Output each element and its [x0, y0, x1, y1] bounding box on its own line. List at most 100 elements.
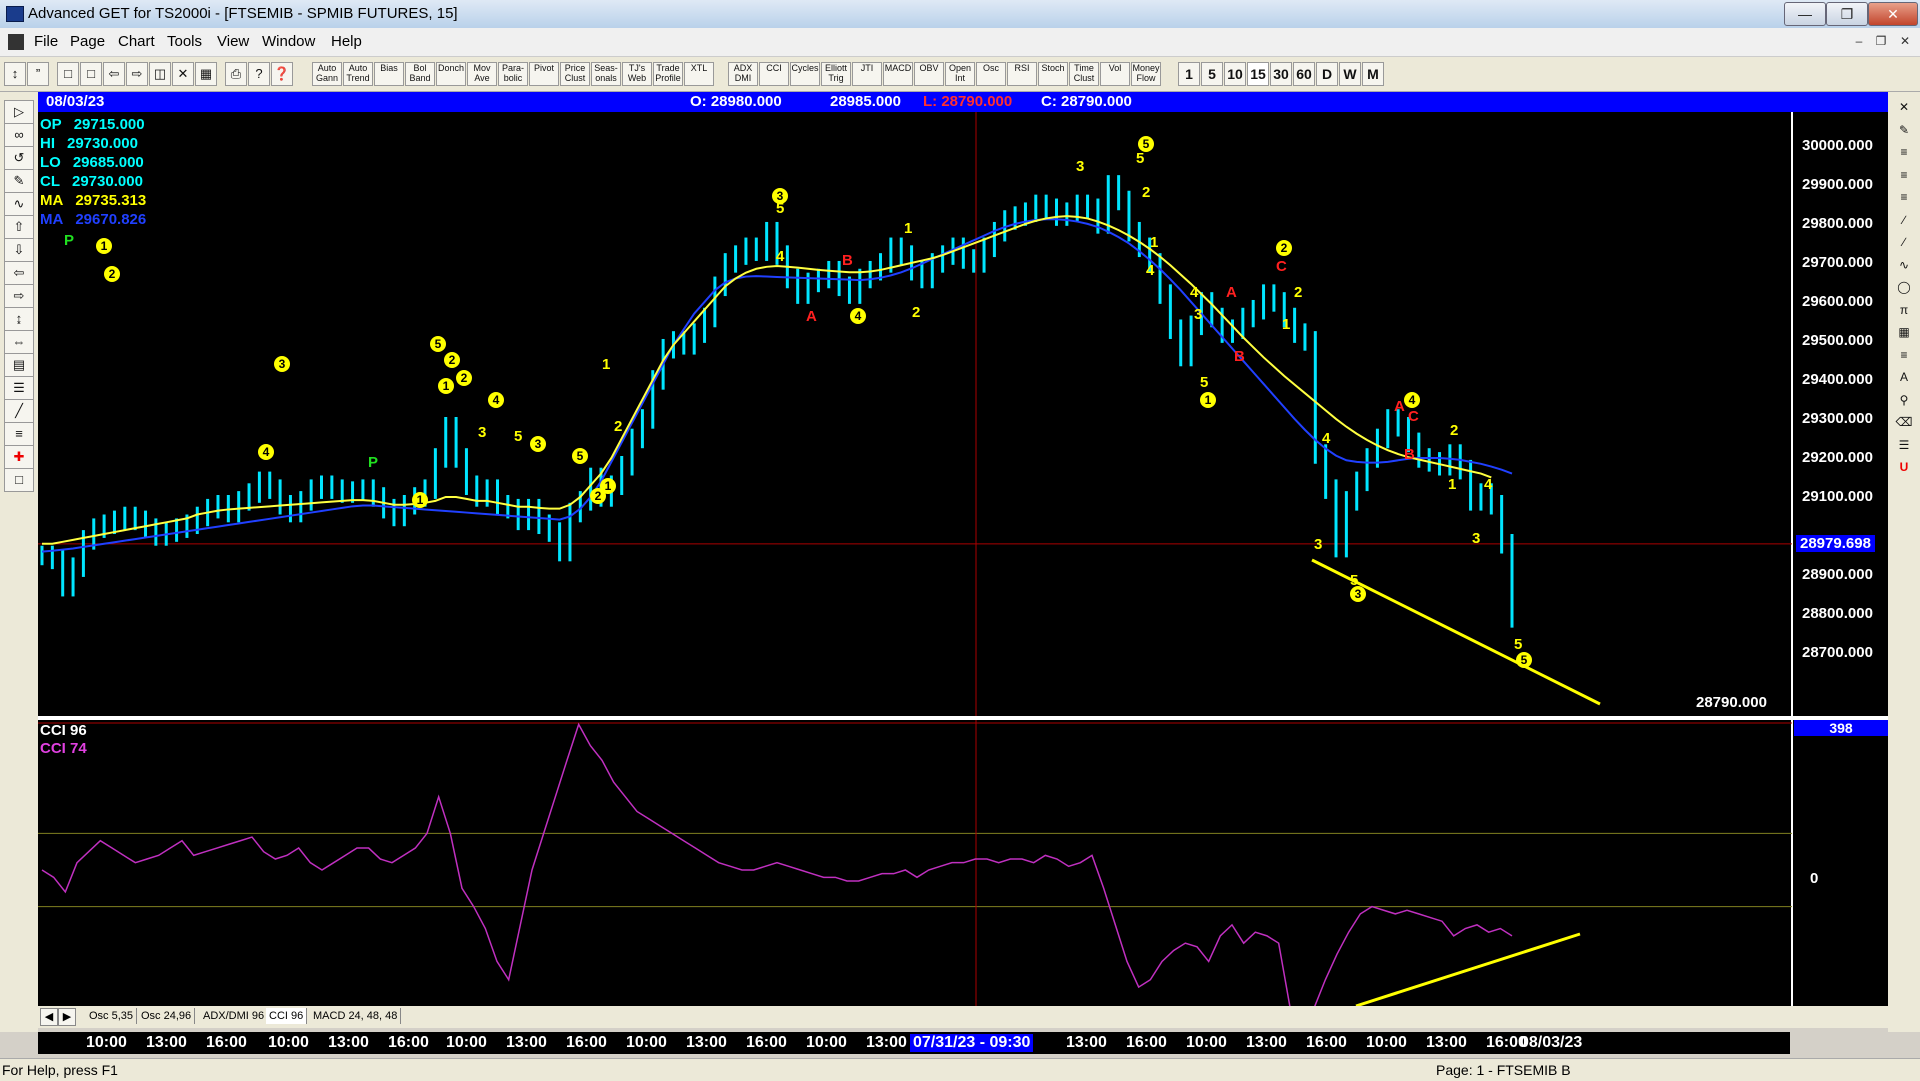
- eraser-icon[interactable]: ⌫: [1892, 411, 1916, 433]
- down-arrow-icon[interactable]: ⇩: [4, 238, 34, 262]
- grid-tool-icon[interactable]: ▦: [1892, 321, 1916, 343]
- study-button-24[interactable]: Time Clust: [1069, 62, 1099, 86]
- study-button-21[interactable]: Osc: [976, 62, 1006, 86]
- help-icon[interactable]: ?: [248, 62, 270, 86]
- elliott-icon[interactable]: ∿: [4, 192, 34, 216]
- oscillator-panel[interactable]: CCI 96 CCI 74 398 0: [38, 720, 1888, 1006]
- restore-button[interactable]: ❐: [1826, 2, 1868, 26]
- window-icon[interactable]: ▤: [4, 353, 34, 377]
- study-button-8[interactable]: Price Clust: [560, 62, 590, 86]
- osc-tab[interactable]: Osc 24,96: [138, 1008, 196, 1024]
- print-icon[interactable]: ⎙: [225, 62, 247, 86]
- ellipse-icon[interactable]: ◯: [1892, 276, 1916, 298]
- mdi-close-button[interactable]: ✕: [1894, 31, 1916, 51]
- magnet-icon[interactable]: U: [1892, 456, 1916, 478]
- properties-icon[interactable]: ☰: [1892, 434, 1916, 456]
- expand-icon[interactable]: ↨: [4, 307, 34, 331]
- arrow-tool-icon[interactable]: ↕: [4, 62, 26, 86]
- timeframe-button-D[interactable]: D: [1316, 62, 1338, 86]
- timeframe-button-1[interactable]: 1: [1178, 62, 1200, 86]
- menu-help[interactable]: Help: [331, 33, 362, 50]
- forward-icon[interactable]: ⇨: [126, 62, 148, 86]
- fib-ret-icon[interactable]: ≡: [1892, 141, 1916, 163]
- study-icon[interactable]: ✎: [4, 169, 34, 193]
- right-arrow-icon[interactable]: ⇨: [4, 284, 34, 308]
- fib-ext-icon[interactable]: ≡: [1892, 164, 1916, 186]
- study-button-20[interactable]: Open Int: [945, 62, 975, 86]
- study-button-2[interactable]: Bias: [374, 62, 404, 86]
- reset-icon[interactable]: ↺: [4, 146, 34, 170]
- study-button-16[interactable]: Elliott Trig: [821, 62, 851, 86]
- timeframe-button-10[interactable]: 10: [1224, 62, 1246, 86]
- back-icon[interactable]: ⇦: [103, 62, 125, 86]
- menu-chart[interactable]: Chart: [118, 33, 155, 50]
- menu-view[interactable]: View: [217, 33, 249, 50]
- grid-icon[interactable]: ▦: [195, 62, 217, 86]
- timeframe-button-5[interactable]: 5: [1201, 62, 1223, 86]
- mdi-restore-button[interactable]: ❐: [1870, 31, 1892, 51]
- up-arrow-icon[interactable]: ⇧: [4, 215, 34, 239]
- study-button-25[interactable]: Vol: [1100, 62, 1130, 86]
- study-button-4[interactable]: Donch: [436, 62, 466, 86]
- study-button-9[interactable]: Seas-onals: [591, 62, 621, 86]
- text-icon[interactable]: A: [1892, 366, 1916, 388]
- study-button-13[interactable]: ADX DMI: [728, 62, 758, 86]
- study-button-22[interactable]: RSI: [1007, 62, 1037, 86]
- study-button-15[interactable]: Cycles: [790, 62, 820, 86]
- study-button-0[interactable]: Auto Gann: [312, 62, 342, 86]
- study-button-23[interactable]: Stoch: [1038, 62, 1068, 86]
- study-button-7[interactable]: Pivot: [529, 62, 559, 86]
- minimize-button[interactable]: —: [1784, 2, 1826, 26]
- osc-tab[interactable]: CCI 96: [266, 1008, 308, 1024]
- copy-icon[interactable]: ◫: [149, 62, 171, 86]
- lines-icon[interactable]: ☰: [4, 376, 34, 400]
- price-chart-panel[interactable]: OP 29715.000 HI 29730.000 LO 29685.000 CL 29730…: [38, 112, 1888, 716]
- cycle-icon[interactable]: ∿: [1892, 254, 1916, 276]
- timeframe-button-30[interactable]: 30: [1270, 62, 1292, 86]
- line-tool-icon[interactable]: ∕: [1892, 231, 1916, 253]
- tab-scroll-left-icon[interactable]: ◀: [40, 1008, 58, 1026]
- study-button-1[interactable]: Auto Trend: [343, 62, 373, 86]
- channel-icon[interactable]: ∕: [1892, 209, 1916, 231]
- crosshair-icon[interactable]: ✚: [4, 445, 34, 469]
- mob-icon[interactable]: ≡: [1892, 344, 1916, 366]
- study-button-19[interactable]: OBV: [914, 62, 944, 86]
- study-button-14[interactable]: CCI: [759, 62, 789, 86]
- delete-icon[interactable]: ✕: [172, 62, 194, 86]
- menu-tools[interactable]: Tools: [167, 33, 202, 50]
- menu-file[interactable]: File: [34, 33, 58, 50]
- study-button-5[interactable]: Mov Ave: [467, 62, 497, 86]
- study-button-6[interactable]: Para-bolic: [498, 62, 528, 86]
- save-icon[interactable]: □: [4, 468, 34, 492]
- timeframe-button-15[interactable]: 15: [1247, 62, 1269, 86]
- study-button-10[interactable]: TJ's Web: [622, 62, 652, 86]
- close-tool-icon[interactable]: ✕: [1892, 96, 1916, 118]
- fib-icon[interactable]: ≡: [4, 422, 34, 446]
- tab-scroll-right-icon[interactable]: ▶: [58, 1008, 76, 1026]
- mdi-minimize-button[interactable]: –: [1848, 31, 1870, 51]
- glasses-icon[interactable]: ∞: [4, 123, 34, 147]
- osc-tab[interactable]: ADX/DMI 96: [200, 1008, 269, 1024]
- osc-trendline[interactable]: [1355, 932, 1581, 1006]
- close-button[interactable]: ✕: [1868, 2, 1918, 26]
- study-button-12[interactable]: XTL: [684, 62, 714, 86]
- gann-icon[interactable]: ╱: [4, 399, 34, 423]
- study-button-3[interactable]: Bol Band: [405, 62, 435, 86]
- cursor-icon[interactable]: ▷: [4, 100, 34, 124]
- left-arrow-icon[interactable]: ⇦: [4, 261, 34, 285]
- pencil-icon[interactable]: ✎: [1892, 119, 1916, 141]
- menu-window[interactable]: Window: [262, 33, 315, 50]
- study-button-17[interactable]: JTI: [852, 62, 882, 86]
- pti-icon[interactable]: π: [1892, 299, 1916, 321]
- new-icon[interactable]: □: [57, 62, 79, 86]
- open-icon[interactable]: □: [80, 62, 102, 86]
- study-button-11[interactable]: Trade Profile: [653, 62, 683, 86]
- timeframe-button-60[interactable]: 60: [1293, 62, 1315, 86]
- zoom-icon[interactable]: ⚲: [1892, 389, 1916, 411]
- compress-icon[interactable]: ⇔: [4, 330, 34, 354]
- timeframe-button-M[interactable]: M: [1362, 62, 1384, 86]
- study-button-18[interactable]: MACD: [883, 62, 913, 86]
- timeframe-button-W[interactable]: W: [1339, 62, 1361, 86]
- osc-tab[interactable]: MACD 24, 48, 48: [310, 1008, 402, 1024]
- pointer-help-icon[interactable]: ❓: [271, 62, 293, 86]
